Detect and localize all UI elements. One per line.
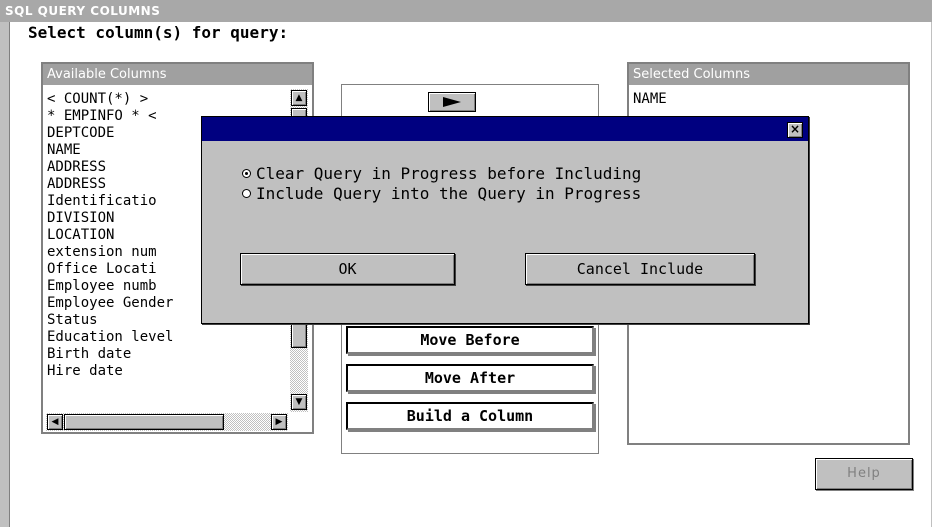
add-column-arrow-button[interactable] [428,92,476,112]
window-title: SQL QUERY COLUMNS [0,0,932,22]
cancel-include-button[interactable]: Cancel Include [525,253,755,285]
ok-button[interactable]: OK [240,253,455,285]
right-arrow-icon [443,97,461,107]
list-item[interactable]: < COUNT(*) > [47,91,148,107]
radio-selected-icon[interactable] [242,169,251,178]
list-item[interactable]: ADDRESS [47,176,106,192]
list-item[interactable]: Employee Gender [47,295,173,311]
radio-unselected-icon[interactable] [242,189,251,198]
include-query-option[interactable]: Include Query into the Query in Progress [242,184,641,203]
scroll-left-icon[interactable]: ◀ [47,414,63,430]
close-icon[interactable]: × [787,122,803,138]
list-item[interactable]: LOCATION [47,227,114,243]
list-item[interactable]: Employee numb [47,278,157,294]
sql-query-columns-window: SQL QUERY COLUMNS Select column(s) for q… [0,0,932,527]
dialog-title-bar [202,117,808,141]
list-item[interactable]: NAME [47,142,81,158]
scroll-right-icon[interactable]: ▶ [271,414,287,430]
list-item[interactable]: extension num [47,244,157,260]
list-item[interactable]: Hire date [47,363,123,379]
select-columns-prompt: Select column(s) for query: [28,23,289,42]
list-item[interactable]: ADDRESS [47,159,106,175]
available-columns-header: Available Columns [43,64,312,85]
include-query-label: Include Query into the Query in Progress [256,184,642,203]
horizontal-scroll-thumb[interactable] [64,414,224,430]
list-item[interactable]: DEPTCODE [47,125,114,141]
scroll-up-icon[interactable]: ▲ [291,90,307,106]
build-a-column-button[interactable]: Build a Column [346,402,594,430]
list-item[interactable]: Status [47,312,98,328]
list-item[interactable]: NAME [633,91,667,107]
scroll-down-icon[interactable]: ▼ [291,394,307,410]
list-item[interactable]: DIVISION [47,210,114,226]
move-before-button[interactable]: Move Before [346,326,594,354]
list-item[interactable]: * EMPINFO * < [47,108,157,124]
list-item[interactable]: Education level [47,329,173,345]
selected-columns-header: Selected Columns [629,64,908,85]
list-item[interactable]: Birth date [47,346,131,362]
clear-query-label: Clear Query in Progress before Including [256,164,642,183]
include-query-dialog: × Clear Query in Progress before Includi… [201,116,809,324]
list-item[interactable]: Office Locati [47,261,157,277]
move-after-button[interactable]: Move After [346,364,594,392]
clear-query-option[interactable]: Clear Query in Progress before Including [242,164,641,183]
list-item[interactable]: Identificatio [47,193,157,209]
help-button[interactable]: Help [815,458,913,490]
